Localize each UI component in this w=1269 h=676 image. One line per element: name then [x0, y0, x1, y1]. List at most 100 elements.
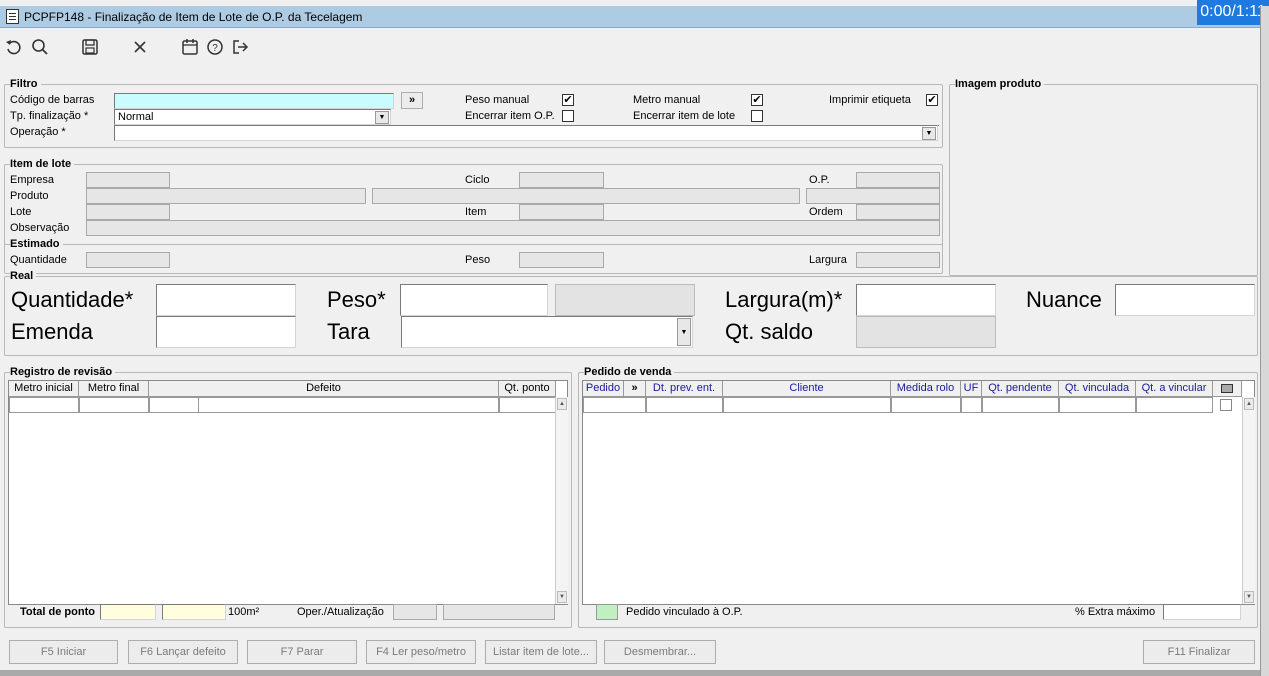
pedido-scrollbar[interactable]: ▲ ▼	[1242, 397, 1255, 604]
col-dt-prev-ent[interactable]: Dt. prev. ent.	[646, 381, 723, 396]
oper-field	[393, 604, 437, 620]
defeito-desc-cell[interactable]	[198, 397, 499, 413]
registro-grid[interactable]: Metro inicial Metro final Defeito Qt. po…	[8, 380, 568, 605]
exit-icon[interactable]	[231, 38, 249, 56]
peso-manual-checkbox[interactable]: ✔	[562, 94, 574, 106]
col-qt-a-vincular[interactable]: Qt. a vincular	[1136, 381, 1213, 396]
col-expand[interactable]: »	[624, 381, 646, 396]
f4-ler-peso-metro-button[interactable]: F4 Ler peso/metro	[366, 640, 476, 664]
metro-manual-checkbox[interactable]: ✔	[751, 94, 763, 106]
real-peso-readonly	[555, 284, 695, 316]
operacao-select[interactable]: ▼	[114, 125, 938, 141]
scroll-down-icon[interactable]: ▼	[557, 591, 567, 603]
f7-parar-button[interactable]: F7 Parar	[247, 640, 357, 664]
scroll-up-icon[interactable]: ▲	[557, 398, 567, 410]
total-ponto-label: Total de ponto	[20, 606, 95, 618]
uf-cell[interactable]	[961, 397, 982, 413]
col-metro-inicial[interactable]: Metro inicial	[9, 381, 79, 396]
f5-iniciar-button[interactable]: F5 Iniciar	[9, 640, 118, 664]
peso-manual-label: Peso manual	[465, 94, 530, 106]
col-select-all[interactable]	[1213, 381, 1242, 396]
observacao-label: Observação	[10, 222, 70, 234]
col-cliente[interactable]: Cliente	[723, 381, 891, 396]
pedido-grid-header: Pedido » Dt. prev. ent. Cliente Medida r…	[583, 381, 1242, 397]
main-window: PCPFP148 - Finalização de Item de Lote d…	[0, 0, 1269, 676]
qt-a-vincular-cell[interactable]	[1136, 397, 1213, 413]
extra-maximo-input[interactable]	[1163, 604, 1241, 620]
produto-desc-field	[372, 188, 800, 204]
imprimir-etiqueta-checkbox[interactable]: ✔	[926, 94, 938, 106]
total-ponto-field	[100, 604, 156, 620]
encerrar-lote-checkbox[interactable]	[751, 110, 763, 122]
search-barcode-button[interactable]: »	[401, 92, 423, 109]
metro-inicial-cell[interactable]	[9, 397, 79, 413]
codigo-barras-input[interactable]	[114, 93, 394, 109]
document-icon	[6, 9, 19, 24]
tp-finalizacao-select[interactable]: Normal ▼	[114, 109, 391, 125]
col-qt-ponto[interactable]: Qt. ponto	[499, 381, 556, 396]
qt-ponto-cell[interactable]	[499, 397, 556, 413]
qt-pendente-cell[interactable]	[982, 397, 1059, 413]
scroll-up-icon[interactable]: ▲	[1244, 398, 1254, 410]
col-defeito[interactable]: Defeito	[149, 381, 499, 396]
f6-lancar-defeito-button[interactable]: F6 Lançar defeito	[128, 640, 238, 664]
help-icon[interactable]: ?	[206, 38, 224, 56]
produto-code-field	[86, 188, 366, 204]
emenda-input[interactable]	[156, 316, 296, 348]
encerrar-op-checkbox[interactable]	[562, 110, 574, 122]
item-field	[519, 204, 604, 220]
pedido-cell[interactable]	[583, 397, 646, 413]
save-icon[interactable]	[81, 38, 99, 56]
atualizacao-field	[443, 604, 555, 620]
produto-label: Produto	[10, 190, 49, 202]
item-label: Item	[465, 206, 487, 218]
divider	[4, 244, 943, 245]
col-metro-final[interactable]: Metro final	[79, 381, 149, 396]
registro-grid-header: Metro inicial Metro final Defeito Qt. po…	[9, 381, 556, 397]
undo-icon[interactable]	[5, 38, 23, 56]
defeito-code-cell[interactable]	[149, 397, 199, 413]
imprimir-etiqueta-label: Imprimir etiqueta	[829, 94, 911, 106]
metro-final-cell[interactable]	[79, 397, 149, 413]
col-medida-rolo[interactable]: Medida rolo	[891, 381, 961, 396]
cliente-cell[interactable]	[723, 397, 891, 413]
estimado-title: Estimado	[10, 238, 63, 250]
lote-label: Lote	[10, 206, 32, 218]
nuance-label: Nuance	[1026, 287, 1102, 312]
oper-atualizacao-label: Oper./Atualização	[297, 606, 384, 618]
registro-scrollbar[interactable]: ▲ ▼	[555, 397, 568, 604]
chevron-down-icon[interactable]: ▼	[922, 127, 936, 140]
chevron-down-icon[interactable]: ▼	[375, 111, 389, 124]
unit-100m2-label: 100m²	[228, 606, 260, 618]
ciclo-label: Ciclo	[465, 174, 490, 186]
col-uf[interactable]: UF	[961, 381, 982, 396]
real-largura-input[interactable]	[856, 284, 996, 316]
col-qt-pendente[interactable]: Qt. pendente	[982, 381, 1059, 396]
tp-finalizacao-label: Tp. finalização *	[10, 110, 89, 122]
real-peso-input[interactable]	[400, 284, 548, 316]
ciclo-field	[519, 172, 604, 188]
medida-rolo-cell[interactable]	[891, 397, 961, 413]
pedido-grid[interactable]: Pedido » Dt. prev. ent. Cliente Medida r…	[582, 380, 1255, 605]
nuance-input[interactable]	[1115, 284, 1255, 316]
select-all-icon[interactable]	[1221, 383, 1233, 393]
dt-prev-cell[interactable]	[646, 397, 723, 413]
desmembrar-button[interactable]: Desmembrar...	[604, 640, 716, 664]
estimado-quantidade-label: Quantidade	[10, 254, 67, 266]
encerrar-lote-label: Encerrar item de lote	[633, 110, 736, 122]
tara-select[interactable]: ▼	[401, 316, 693, 348]
chevron-down-icon[interactable]: ▼	[677, 318, 691, 346]
real-quantidade-input[interactable]	[156, 284, 296, 316]
calendar-icon[interactable]	[181, 38, 199, 56]
search-icon[interactable]	[31, 38, 49, 56]
scroll-down-icon[interactable]: ▼	[1244, 591, 1254, 603]
col-pedido[interactable]: Pedido	[583, 381, 624, 396]
row-select-checkbox[interactable]	[1220, 399, 1232, 411]
estimado-largura-label: Largura	[809, 254, 847, 266]
col-qt-vinculada[interactable]: Qt. vinculada	[1059, 381, 1136, 396]
close-icon[interactable]	[131, 38, 149, 56]
f11-finalizar-button[interactable]: F11 Finalizar	[1143, 640, 1255, 664]
window-bottom-border	[0, 670, 1260, 676]
qt-vinculada-cell[interactable]	[1059, 397, 1136, 413]
listar-item-lote-button[interactable]: Listar item de lote...	[485, 640, 597, 664]
